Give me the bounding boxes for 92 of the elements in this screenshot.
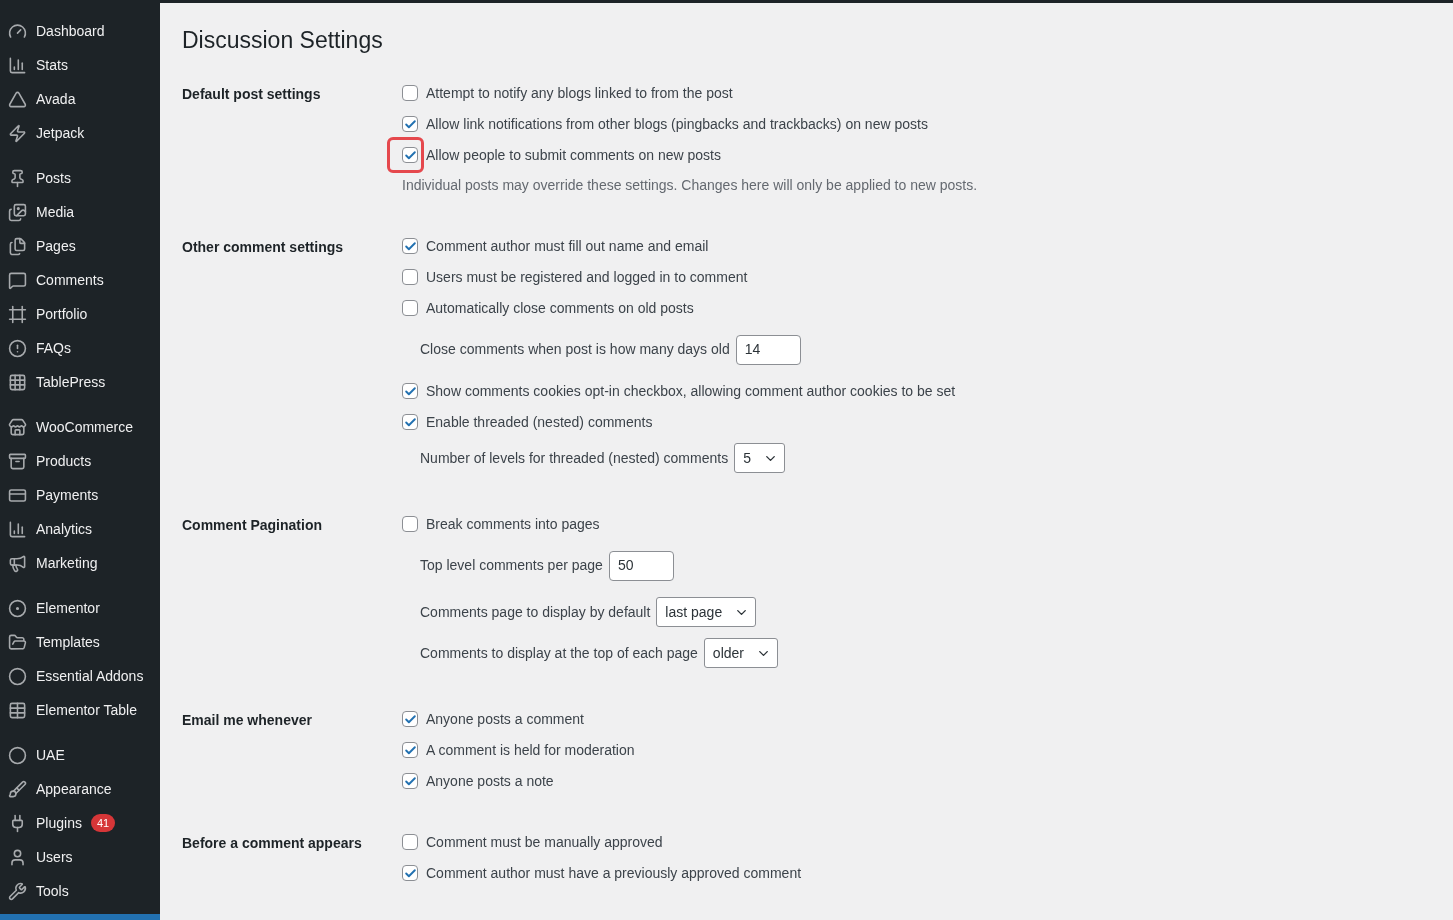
dropdown[interactable]: older: [703, 638, 778, 668]
checkbox-label: A comment is held for moderation: [426, 740, 635, 760]
folder-icon: [8, 632, 27, 652]
circle-logo-icon: [8, 598, 27, 618]
checkbox[interactable]: [402, 85, 418, 101]
checkbox-label: Break comments into pages: [426, 514, 600, 534]
number-field[interactable]: 50: [608, 550, 674, 581]
megaphone-icon: [8, 553, 27, 573]
wrench-icon: [8, 881, 27, 901]
section-label: Comment Pagination: [182, 515, 323, 535]
checkbox-label: Users must be registered and logged in to comment: [426, 267, 748, 287]
circle-logo-icon: [8, 745, 27, 765]
triangle-icon: [8, 89, 27, 109]
sidebar-item[interactable]: FAQs: [0, 331, 160, 365]
sidebar-item[interactable]: Analytics: [0, 512, 160, 546]
field-label: Close comments when post is how many days old: [420, 340, 730, 359]
circle-logo-icon: [8, 666, 27, 686]
field-label: Comments to display at the top of each page: [420, 643, 698, 663]
checkbox[interactable]: [402, 516, 418, 532]
box-icon: [8, 451, 27, 471]
sidebar-item[interactable]: Avada: [0, 82, 160, 116]
bolt-icon: [8, 123, 27, 143]
sidebar-item[interactable]: Tools: [0, 874, 160, 908]
checkbox[interactable]: [402, 147, 418, 163]
sidebar-item[interactable]: Marketing: [0, 546, 160, 580]
pin-icon: [8, 168, 27, 188]
checkbox-label: Anyone posts a note: [426, 771, 554, 791]
checkbox-label: Enable threaded (nested) comments: [426, 412, 653, 432]
user-icon: [8, 847, 27, 867]
number-field[interactable]: 14: [735, 334, 801, 365]
section-label: Other comment settings: [182, 237, 345, 257]
checkbox[interactable]: [402, 238, 418, 254]
speech-bubble-icon: [8, 270, 27, 290]
checkbox[interactable]: [402, 711, 418, 727]
sidebar-item[interactable]: Portfolio: [0, 297, 160, 331]
checkbox-label: Automatically close comments on old posts: [426, 298, 694, 318]
bar-chart-icon: [8, 55, 27, 75]
field-label: Comments page to display by default: [420, 602, 651, 622]
sidebar-item[interactable]: Stats: [0, 48, 160, 82]
sidebar-item[interactable]: Plugins 41: [0, 806, 160, 840]
checkbox[interactable]: [402, 116, 418, 132]
sidebar-item[interactable]: Payments: [0, 478, 160, 512]
sidebar-item[interactable]: Templates: [0, 625, 160, 659]
checkbox[interactable]: [402, 742, 418, 758]
checkbox-label: Anyone posts a comment: [426, 709, 584, 729]
sidebar-item[interactable]: Pages: [0, 229, 160, 263]
checkbox-label: Show comments cookies opt-in checkbox, allowing comment author cookies to be set: [426, 381, 956, 401]
checkbox[interactable]: [402, 300, 418, 316]
checkbox[interactable]: [402, 865, 418, 881]
dropdown[interactable]: 5: [734, 443, 785, 473]
sidebar-item[interactable]: Dashboard: [0, 14, 160, 48]
sidebar-item[interactable]: Appearance: [0, 772, 160, 806]
checkbox[interactable]: [402, 834, 418, 850]
checkbox[interactable]: [402, 414, 418, 430]
checkbox[interactable]: [402, 383, 418, 399]
section-label: Before a comment appears: [182, 833, 363, 853]
gauge-icon: [8, 21, 27, 41]
sidebar-item[interactable]: Elementor: [0, 591, 160, 625]
sidebar-item[interactable]: WooCommerce: [0, 410, 160, 444]
table-icon: [8, 700, 27, 720]
section-label: Default post settings: [182, 84, 322, 104]
sidebar-item[interactable]: Essential Addons: [0, 659, 160, 693]
exclamation-icon: [8, 338, 27, 358]
checkbox-label: Comment author must have a previously approved comment: [426, 863, 802, 883]
sidebar-item[interactable]: UAE: [0, 738, 160, 772]
media-icon: [8, 202, 27, 222]
checkbox-label: Allow people to submit comments on new posts: [426, 145, 721, 165]
dropdown[interactable]: last page: [656, 597, 757, 627]
field-label: Number of levels for threaded (nested) comments: [420, 448, 729, 468]
sidebar-item[interactable]: Jetpack: [0, 116, 160, 150]
checkbox[interactable]: [402, 773, 418, 789]
sidebar-item[interactable]: Elementor Table: [0, 693, 160, 727]
brush-icon: [8, 779, 27, 799]
checkbox-label: Comment author must fill out name and email: [426, 236, 709, 256]
sidebar-item[interactable]: Users: [0, 840, 160, 874]
checkbox-label: Allow link notifications from other blogs (pingbacks and trackbacks) on new posts: [426, 114, 928, 134]
pages-icon: [8, 236, 27, 256]
sidebar-item[interactable]: Posts: [0, 161, 160, 195]
section-label: Email me whenever: [182, 710, 313, 730]
field-label: Top level comments per page: [420, 556, 603, 575]
checkbox-label: Comment must be manually approved: [426, 832, 663, 852]
bar-chart-icon: [8, 519, 27, 539]
description-text: Individual posts may override these settings. Changes here will only be applied to new posts.: [402, 176, 978, 195]
sidebar-item[interactable]: Media: [0, 195, 160, 229]
grid-icon: [8, 372, 27, 392]
checkbox-label: Attempt to notify any blogs linked to from the post: [426, 83, 733, 103]
page-title: Discussion Settings: [182, 26, 384, 55]
sidebar-item[interactable]: Products: [0, 444, 160, 478]
checkbox[interactable]: [402, 269, 418, 285]
sidebar-item[interactable]: Comments: [0, 263, 160, 297]
count-badge: 41: [90, 814, 116, 832]
sidebar-item[interactable]: TablePress: [0, 365, 160, 399]
